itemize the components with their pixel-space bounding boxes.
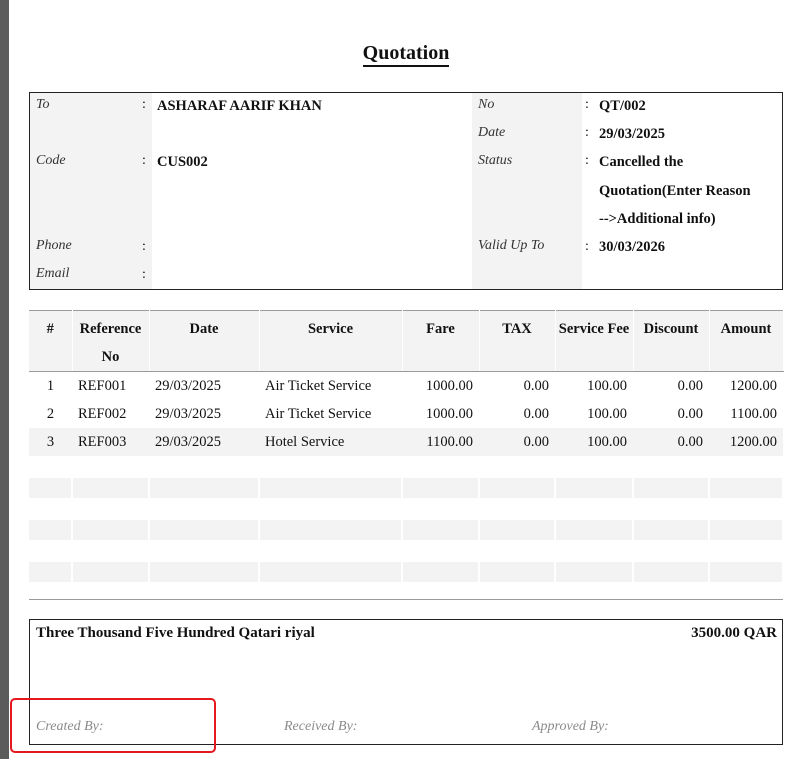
phone-label: Phone (36, 238, 72, 253)
code-label: Code (36, 153, 66, 168)
status-line-1: Cancelled the (599, 154, 684, 170)
created-by-highlight-box (10, 698, 216, 753)
phone-colon: : (142, 239, 146, 254)
cell-fare: 1100.00 (426, 433, 473, 450)
blank-row (29, 478, 784, 498)
grand-total: 3500.00 QAR (691, 625, 777, 641)
table-row: 3 REF003 29/03/2025 Hotel Service 1100.0… (29, 428, 783, 456)
cell-tax: 0.00 (523, 405, 549, 422)
cell-date: 29/03/2025 (155, 405, 222, 422)
no-colon: : (585, 97, 589, 112)
cell-index: 1 (46, 377, 55, 394)
status-colon: : (585, 153, 589, 168)
cell-service-fee: 100.00 (587, 377, 627, 394)
cell-discount: 0.00 (677, 405, 703, 422)
cell-service-fee: 100.00 (587, 433, 627, 450)
viewer-left-edge (0, 0, 9, 759)
status-line-2: Quotation(Enter Reason (599, 183, 751, 199)
line-items-table: # Reference No Date Service Fare TAX Ser… (29, 310, 784, 582)
blank-row (29, 562, 784, 582)
cell-amount: 1200.00 (729, 377, 777, 394)
email-colon: : (142, 267, 146, 282)
col-header-discount: Discount (633, 310, 710, 372)
cell-tax: 0.00 (523, 433, 549, 450)
cell-discount: 0.00 (677, 433, 703, 450)
cell-reference: REF002 (78, 405, 127, 422)
col-header-amount: Amount (709, 310, 784, 372)
col-header-reference-no: Reference No (72, 310, 150, 372)
cell-index: 2 (46, 405, 55, 422)
to-value: ASHARAF AARIF KHAN (157, 98, 322, 114)
col-header-date: Date (149, 310, 260, 372)
spacer-row (29, 456, 783, 478)
col-header-service-fee: Service Fee (555, 310, 634, 372)
page-title: Quotation (0, 42, 800, 67)
amount-in-words: Three Thousand Five Hundred Qatari riyal (36, 625, 315, 641)
cell-service: Hotel Service (265, 433, 345, 450)
col-header-index: # (29, 310, 73, 372)
no-value: QT/002 (599, 98, 646, 114)
code-colon: : (142, 153, 146, 168)
col-header-service: Service (259, 310, 403, 372)
cell-fare: 1000.00 (425, 405, 473, 422)
cell-tax: 0.00 (523, 377, 549, 394)
valid-up-to-label: Valid Up To (478, 238, 545, 253)
approved-by-label: Approved By: (532, 719, 609, 734)
cell-service-fee: 100.00 (587, 405, 627, 422)
status-line-3: -->Additional info) (599, 211, 716, 227)
code-value: CUS002 (157, 154, 208, 170)
valid-up-to-value: 30/03/2026 (599, 239, 666, 255)
cell-amount: 1200.00 (729, 433, 777, 450)
cell-fare: 1000.00 (425, 377, 473, 394)
quote-label-column (472, 93, 582, 289)
cell-index: 3 (46, 433, 55, 450)
col-header-fare: Fare (402, 310, 480, 372)
table-header-row: # Reference No Date Service Fare TAX Ser… (29, 310, 784, 372)
table-row: 2 REF002 29/03/2025 Air Ticket Service 1… (29, 400, 783, 428)
to-colon: : (142, 97, 146, 112)
col-header-tax: TAX (479, 310, 556, 372)
date-colon: : (585, 125, 589, 140)
title-text: Quotation (362, 42, 450, 67)
cell-service: Air Ticket Service (265, 405, 372, 422)
received-by-label: Received By: (284, 719, 358, 734)
cell-amount: 1100.00 (730, 405, 777, 422)
to-label: To (36, 97, 50, 112)
table-row: 1 REF001 29/03/2025 Air Ticket Service 1… (29, 372, 783, 401)
email-label: Email (36, 266, 70, 281)
table-bottom-divider (29, 599, 783, 600)
cell-date: 29/03/2025 (155, 433, 222, 450)
quotation-header-box: To : ASHARAF AARIF KHAN Code : CUS002 Ph… (29, 92, 783, 290)
cell-reference: REF003 (78, 433, 127, 450)
cell-reference: REF001 (78, 377, 127, 394)
spacer-row (29, 540, 783, 562)
date-label: Date (478, 125, 506, 140)
cell-discount: 0.00 (677, 377, 703, 394)
date-value: 29/03/2025 (599, 126, 666, 142)
spacer-row (29, 498, 783, 520)
status-label: Status (478, 153, 513, 168)
cell-date: 29/03/2025 (155, 377, 222, 394)
no-label: No (478, 97, 495, 112)
customer-label-column (30, 93, 152, 289)
valid-up-to-colon: : (585, 239, 589, 254)
cell-service: Air Ticket Service (265, 377, 372, 394)
blank-row (29, 520, 784, 540)
